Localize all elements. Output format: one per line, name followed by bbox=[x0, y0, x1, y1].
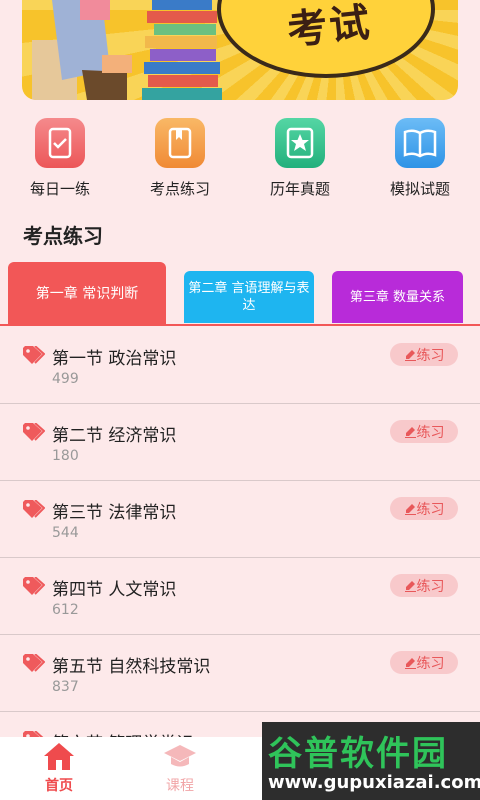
nav-courses-label: 课程 bbox=[166, 778, 194, 794]
nav-courses[interactable]: 课程 bbox=[150, 741, 210, 795]
reading-person-illustration bbox=[32, 0, 132, 100]
pencil-icon bbox=[404, 427, 416, 438]
question-count: 499 bbox=[52, 371, 79, 387]
site-watermark: 谷普软件园 www.gupuxiazai.com bbox=[262, 722, 480, 800]
tab-chapter-2[interactable]: 第二章 言语理解与表达 bbox=[184, 271, 314, 323]
quick-menu: 每日一练 考点练习 历年真题 模拟试题 bbox=[0, 118, 480, 200]
practice-button[interactable]: 练习 bbox=[390, 420, 458, 443]
list-item[interactable]: 第一节 政治常识 499 练习 bbox=[0, 327, 480, 404]
quick-item-daily[interactable]: 每日一练 bbox=[0, 118, 120, 199]
book-icon bbox=[155, 118, 205, 168]
list-item[interactable]: 第三节 法律常识 544 练习 bbox=[0, 481, 480, 558]
watermark-url: www.gupuxiazai.com bbox=[268, 772, 480, 793]
open-book-icon bbox=[395, 118, 445, 168]
quick-item-label: 考点练习 bbox=[149, 180, 210, 198]
tab-underline bbox=[0, 324, 480, 326]
nav-home-label: 首页 bbox=[45, 778, 73, 794]
tab-chapter-3[interactable]: 第三章 数量关系 bbox=[332, 271, 463, 323]
practice-button-label: 练习 bbox=[416, 347, 445, 364]
practice-button-label: 练习 bbox=[416, 655, 445, 672]
question-count: 180 bbox=[52, 448, 79, 464]
section-title-text: 第四节 人文常识 bbox=[52, 580, 177, 600]
section-title-text: 第一节 政治常识 bbox=[52, 349, 177, 369]
section-title-text: 第二节 经济常识 bbox=[52, 426, 177, 446]
list-item[interactable]: 第五节 自然科技常识 837 练习 bbox=[0, 635, 480, 712]
list-item[interactable]: 第二节 经济常识 180 练习 bbox=[0, 404, 480, 481]
practice-button[interactable]: 练习 bbox=[390, 651, 458, 674]
daily-task-icon bbox=[35, 118, 85, 168]
tab-chapter-1[interactable]: 第一章 常识判断 bbox=[8, 262, 166, 326]
quick-item-label: 每日一练 bbox=[29, 180, 90, 198]
tag-icon bbox=[23, 346, 45, 364]
star-icon bbox=[275, 118, 325, 168]
quick-item-exam-points[interactable]: 考点练习 bbox=[120, 118, 240, 199]
quick-item-past-papers[interactable]: 历年真题 bbox=[240, 118, 360, 199]
question-count: 612 bbox=[52, 602, 79, 618]
home-icon bbox=[44, 743, 74, 770]
practice-button-label: 练习 bbox=[416, 578, 445, 595]
section-title-text: 第三节 法律常识 bbox=[52, 503, 177, 523]
question-count: 544 bbox=[52, 525, 79, 541]
practice-button-label: 练习 bbox=[416, 501, 445, 518]
tag-icon bbox=[23, 577, 45, 595]
quick-item-label: 历年真题 bbox=[269, 180, 330, 198]
graduation-cap-icon bbox=[164, 745, 196, 767]
nav-home[interactable]: 首页 bbox=[29, 741, 89, 795]
pencil-icon bbox=[404, 581, 416, 592]
chapter-tabs: 第一章 常识判断 第二章 言语理解与表达 第三章 数量关系 bbox=[0, 260, 480, 326]
practice-button-label: 练习 bbox=[416, 424, 445, 441]
quick-item-mock-exam[interactable]: 模拟试题 bbox=[360, 118, 480, 199]
practice-button[interactable]: 练习 bbox=[390, 343, 458, 366]
pencil-icon bbox=[404, 350, 416, 361]
section-title-text: 第五节 自然科技常识 bbox=[52, 657, 211, 677]
tag-icon bbox=[23, 500, 45, 518]
section-title: 考点练习 bbox=[23, 224, 103, 248]
question-count: 837 bbox=[52, 679, 79, 695]
pencil-icon bbox=[404, 504, 416, 515]
section-list: 第一节 政治常识 499 练习 第二节 经济常识 180 练习 第三节 法律常识… bbox=[0, 327, 480, 788]
banner-bubble-text: 考试 bbox=[285, 0, 374, 55]
top-banner[interactable]: 考试 bbox=[22, 0, 458, 100]
practice-button[interactable]: 练习 bbox=[390, 497, 458, 520]
list-item[interactable]: 第四节 人文常识 612 练习 bbox=[0, 558, 480, 635]
tag-icon bbox=[23, 423, 45, 441]
quick-item-label: 模拟试题 bbox=[389, 180, 450, 198]
pencil-icon bbox=[404, 658, 416, 669]
practice-button[interactable]: 练习 bbox=[390, 574, 458, 597]
tag-icon bbox=[23, 654, 45, 672]
watermark-title: 谷普软件园 bbox=[268, 734, 448, 774]
